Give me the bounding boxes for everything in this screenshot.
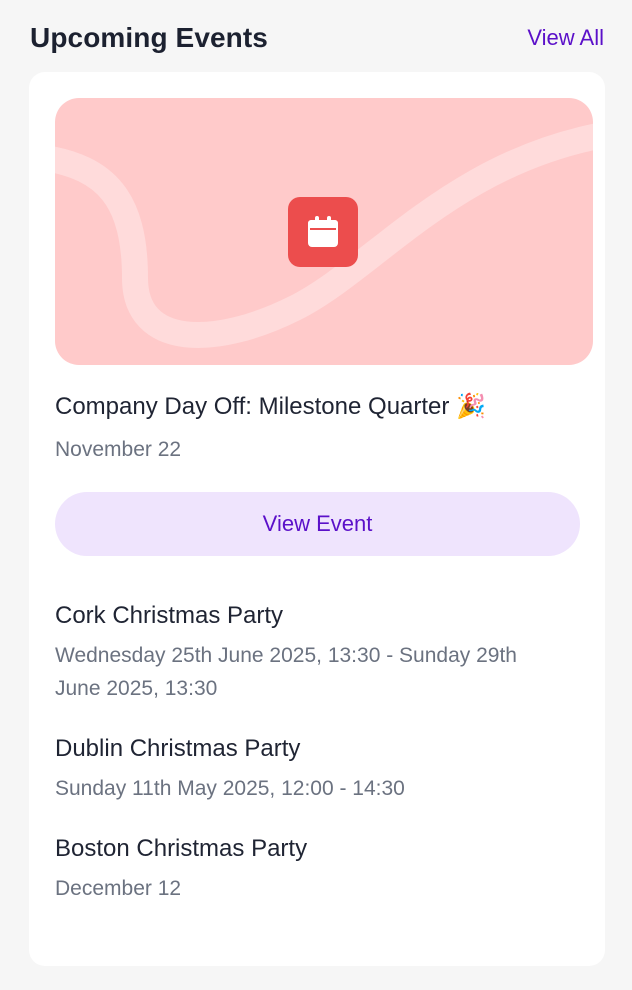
view-all-link[interactable]: View All bbox=[527, 25, 604, 51]
party-popper-icon: 🎉 bbox=[456, 393, 486, 420]
event-name: Boston Christmas Party bbox=[55, 835, 308, 862]
featured-event-title-text: Company Day Off: Milestone Quarter bbox=[55, 393, 450, 420]
list-item[interactable]: Boston Christmas Party December 12 bbox=[55, 833, 555, 905]
list-item[interactable]: Cork Christmas Party Wednesday 25th June… bbox=[55, 600, 555, 705]
featured-event-title: Company Day Off: Milestone Quarter 🎉 bbox=[55, 392, 486, 421]
section-title: Upcoming Events bbox=[30, 22, 268, 53]
events-card: Company Day Off: Milestone Quarter 🎉 Nov… bbox=[29, 72, 605, 966]
event-list: Cork Christmas Party Wednesday 25th June… bbox=[55, 600, 555, 933]
event-banner[interactable] bbox=[55, 98, 593, 365]
featured-event-date: November 22 bbox=[55, 438, 182, 461]
section-header: Upcoming Events View All bbox=[30, 18, 604, 58]
event-date: December 12 bbox=[55, 877, 182, 900]
event-date: Sunday 11th May 2025, 12:00 - 14:30 bbox=[55, 777, 405, 800]
event-name: Dublin Christmas Party bbox=[55, 735, 301, 762]
calendar-icon bbox=[288, 197, 358, 267]
view-event-button[interactable]: View Event bbox=[55, 492, 580, 556]
event-name: Cork Christmas Party bbox=[55, 602, 284, 629]
event-date: Wednesday 25th June 2025, 13:30 - Sunday… bbox=[55, 644, 517, 700]
list-item[interactable]: Dublin Christmas Party Sunday 11th May 2… bbox=[55, 733, 555, 805]
